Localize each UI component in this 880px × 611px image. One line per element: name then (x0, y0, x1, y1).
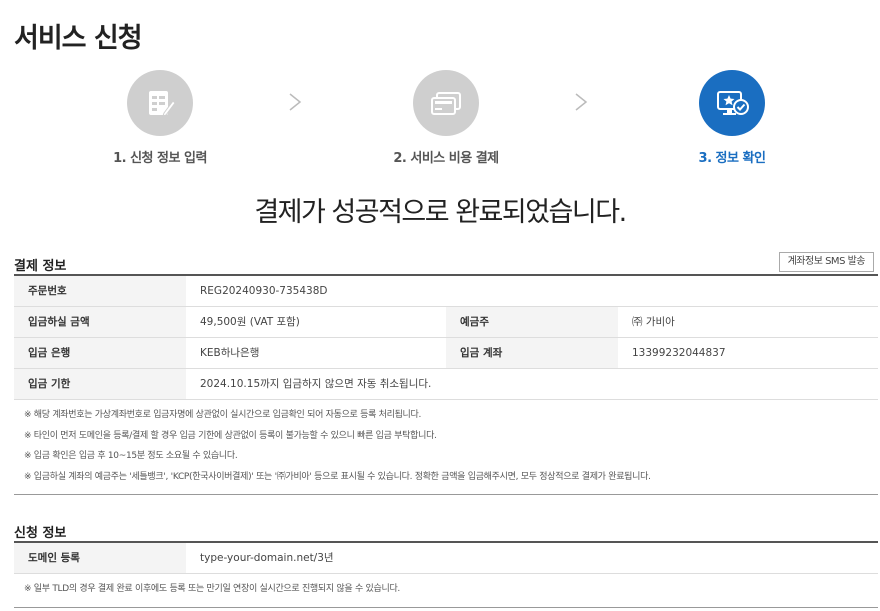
step-2: 2. 서비스 비용 결제 (366, 70, 526, 166)
deadline-value: 2024.10.15까지 입금하지 않으면 자동 취소됩니다. (186, 368, 878, 400)
payment-section-title: 결제 정보 (14, 259, 67, 274)
note-item: ※ 타인이 먼저 도메인을 등록/결제 할 경우 입금 기한에 상관없이 등록이… (24, 430, 437, 441)
note-item: ※ 입금 확인은 입금 후 10~15분 정도 소요될 수 있습니다. (24, 451, 238, 461)
success-message: 결제가 성공적으로 완료되었습니다. (254, 197, 627, 228)
application-notes: ※ 일부 TLD의 경우 결제 완료 이후에도 등록 또는 만기일 연장이 실시… (14, 574, 878, 608)
account-value: 13399232044837 (618, 337, 878, 369)
step-3-label: 3. 정보 확인 (698, 151, 766, 166)
chevron-right-icon (289, 93, 302, 111)
bank-label: 입금 은행 (14, 337, 186, 369)
table-row: 입금 은행 KEB하나은행 입금 계좌 13399232044837 (14, 337, 878, 369)
bank-value: KEB하나은행 (186, 337, 446, 369)
deadline-label: 입금 기한 (14, 368, 186, 400)
table-row: 입금 기한 2024.10.15까지 입금하지 않으면 자동 취소됩니다. (14, 368, 878, 400)
depositor-value: ㈜ 가비아 (618, 306, 878, 338)
step-3: 3. 정보 확인 (652, 70, 812, 166)
amount-value: 49,500원 (VAT 포함) (186, 306, 446, 338)
note-item: ※ 해당 계좌번호는 가상계좌번호로 입금자명에 상관없이 실시간으로 입금확인… (24, 410, 422, 420)
form-edit-icon (127, 70, 193, 136)
chevron-right-icon (575, 93, 588, 111)
progress-steps: 1. 신청 정보 입력 2. 서비스 비용 결제 3. 정보 확인 (0, 70, 880, 170)
order-number-value: REG20240930-735438D (186, 275, 878, 307)
order-number-label: 주문번호 (14, 275, 186, 307)
table-row: 도메인 등록 type-your-domain.net/3년 (14, 542, 878, 574)
step-1-label: 1. 신청 정보 입력 (113, 151, 207, 166)
domain-value: type-your-domain.net/3년 (186, 542, 878, 574)
step-2-label: 2. 서비스 비용 결제 (393, 151, 499, 166)
application-section-title: 신청 정보 (14, 526, 67, 541)
monitor-check-icon (699, 70, 765, 136)
payment-info-table: 주문번호 REG20240930-735438D 입금하실 금액 49,500원… (14, 274, 878, 400)
send-account-sms-button[interactable]: 계좌정보 SMS 발송 (778, 252, 874, 272)
application-info-table: 도메인 등록 type-your-domain.net/3년 (14, 541, 878, 574)
table-row: 주문번호 REG20240930-735438D (14, 275, 878, 307)
payment-notes: ※ 해당 계좌번호는 가상계좌번호로 입금자명에 상관없이 실시간으로 입금확인… (14, 400, 878, 495)
account-label: 입금 계좌 (446, 337, 618, 369)
note-item: ※ 입금하실 계좌의 예금주는 '세틀뱅크', 'KCP(한국사이버결제)' 또… (24, 471, 651, 482)
page-title: 서비스 신청 (14, 23, 143, 54)
payment-cards-icon (413, 70, 479, 136)
step-1: 1. 신청 정보 입력 (80, 70, 240, 166)
note-item: ※ 일부 TLD의 경우 결제 완료 이후에도 등록 또는 만기일 연장이 실시… (24, 584, 400, 594)
table-row: 입금하실 금액 49,500원 (VAT 포함) 예금주 ㈜ 가비아 (14, 306, 878, 338)
depositor-label: 예금주 (446, 306, 618, 338)
amount-label: 입금하실 금액 (14, 306, 186, 338)
domain-label: 도메인 등록 (14, 542, 186, 574)
